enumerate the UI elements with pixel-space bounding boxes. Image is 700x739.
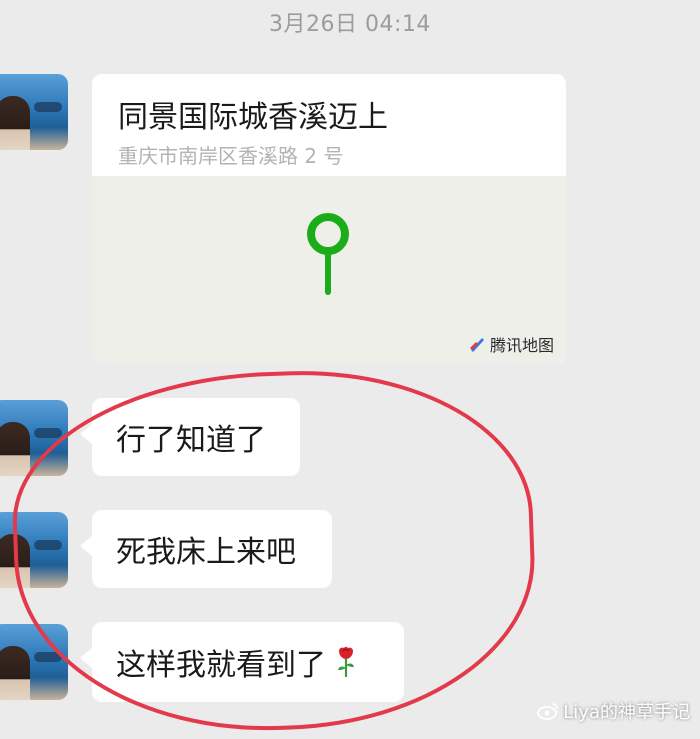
weibo-logo-icon [537, 703, 559, 720]
message-text: 行了知道了 [116, 423, 266, 458]
message-bubble[interactable]: 行了知道了 [80, 398, 300, 476]
watermark-text: Liya的神草手记 [563, 702, 690, 723]
map-brand: 腾讯地图 [468, 332, 554, 356]
watermark: Liya的神草手记 [537, 698, 690, 724]
message-bubble[interactable]: 这样我就看到了 [80, 622, 404, 702]
location-title: 同景国际城香溪迈上 [118, 100, 388, 135]
map-brand-label: 腾讯地图 [489, 336, 554, 355]
timestamp: 3月26日 04:14 [269, 12, 431, 37]
message-text: 这样我就看到了 [116, 648, 326, 683]
location-message-card[interactable]: 同景国际城香溪迈上 重庆市南岸区香溪路 2 号 腾讯地图 [92, 74, 566, 364]
message-bubble[interactable]: 死我床上来吧 [80, 510, 332, 588]
message-text: 死我床上来吧 [116, 535, 296, 570]
map-pin-icon [307, 213, 349, 295]
avatar[interactable] [0, 624, 68, 700]
map-preview[interactable]: 腾讯地图 [92, 176, 566, 364]
tencent-map-logo-icon [469, 338, 484, 352]
rose-icon [338, 646, 354, 677]
location-address: 重庆市南岸区香溪路 2 号 [118, 144, 344, 168]
avatar[interactable] [0, 400, 68, 476]
avatar[interactable] [0, 74, 68, 150]
avatar[interactable] [0, 512, 68, 588]
